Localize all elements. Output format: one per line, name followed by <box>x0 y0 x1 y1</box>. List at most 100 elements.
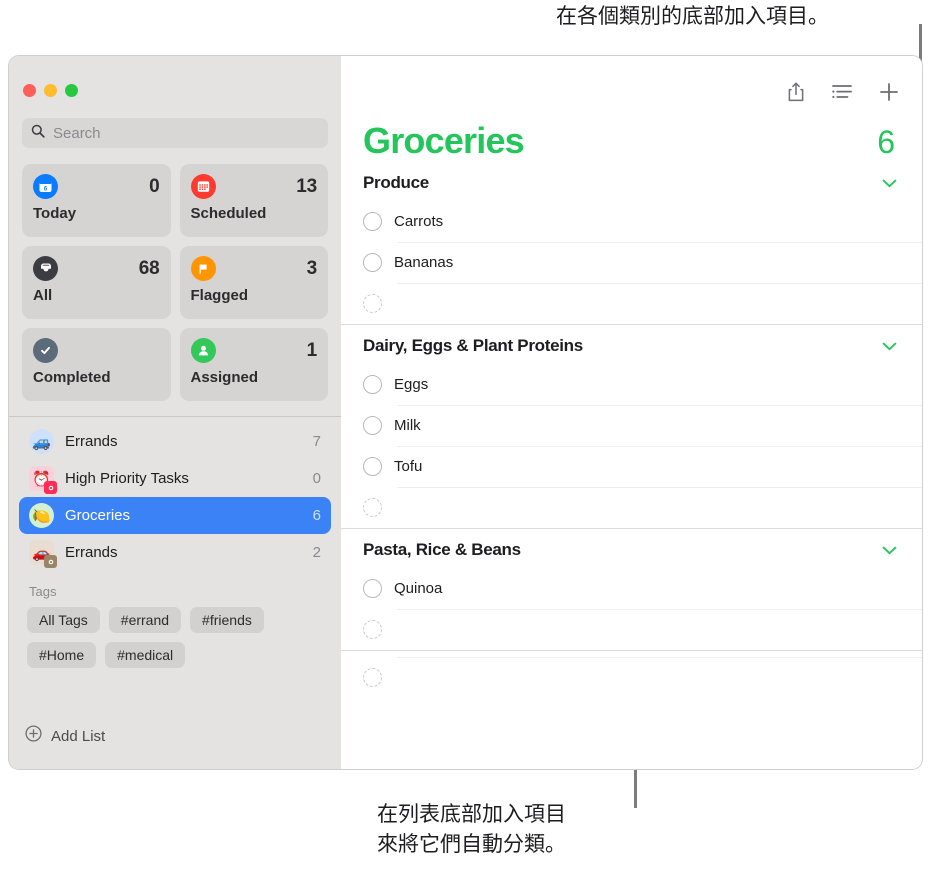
new-reminder-row-produce[interactable] <box>341 283 922 324</box>
tag-friends[interactable]: #friends <box>190 607 264 633</box>
reminder-checkbox[interactable] <box>363 253 382 272</box>
assigned-label: Assigned <box>190 369 259 386</box>
minimize-button[interactable] <box>44 84 57 97</box>
section-title: Pasta, Rice & Beans <box>363 540 521 559</box>
annotation-top: 在各個類別的底部加入項目。 <box>556 5 829 28</box>
reminder-item[interactable]: Tofu <box>341 446 922 487</box>
today-label: Today <box>33 205 77 222</box>
add-list-label: Add List <box>51 727 106 745</box>
reminder-title: Eggs <box>394 376 429 393</box>
reminders-window: Search 6 0 Today 13 Scheduled 68 All 3 F… <box>8 55 923 770</box>
assigned-count: 1 <box>306 339 318 361</box>
sidebar-list-groceries[interactable]: 🍋 Groceries 6 <box>19 497 331 534</box>
tags-header: Tags <box>29 584 57 599</box>
calendar-icon <box>190 174 216 199</box>
annotation-bottom: 在列表底部加入項目 來將它們自動分類。 <box>377 803 566 856</box>
smart-list-badge-icon <box>44 481 57 494</box>
list-header: Groceries 6 <box>341 108 922 162</box>
chevron-down-icon[interactable] <box>882 543 897 558</box>
smart-list-flagged[interactable]: 3 Flagged <box>179 246 328 319</box>
inbox-icon <box>33 256 58 281</box>
list-count: 0 <box>312 470 321 487</box>
reminder-checkbox[interactable] <box>363 375 382 394</box>
page-title: Groceries <box>363 120 525 161</box>
reminder-item[interactable]: Eggs <box>341 364 922 405</box>
smart-list-all[interactable]: 68 All <box>22 246 171 319</box>
tag-home[interactable]: #Home <box>27 642 97 668</box>
flagged-label: Flagged <box>190 287 249 304</box>
section-dairy-eggs-plant-proteins: Dairy, Eggs & Plant Proteins Eggs Milk T… <box>341 325 922 528</box>
tag-errand[interactable]: #errand <box>108 607 182 633</box>
section-title: Dairy, Eggs & Plant Proteins <box>363 336 583 355</box>
plus-circle-icon <box>25 725 42 747</box>
reminder-item[interactable]: Milk <box>341 405 922 446</box>
list-label: High Priority Tasks <box>65 470 189 487</box>
reminder-title: Bananas <box>394 254 454 271</box>
smart-list-assigned[interactable]: 1 Assigned <box>179 328 328 401</box>
section-pasta-rice-beans: Pasta, Rice & Beans Quinoa <box>341 529 922 650</box>
lemon-icon: 🍋 <box>29 503 54 528</box>
window-controls <box>9 56 341 97</box>
new-reminder-checkbox[interactable] <box>363 294 382 313</box>
sidebar: Search 6 0 Today 13 Scheduled 68 All 3 F… <box>9 56 341 769</box>
sidebar-list-errands-2[interactable]: 🚗 Errands 2 <box>19 534 331 571</box>
completed-label: Completed <box>33 369 111 386</box>
add-list-button[interactable]: Add List <box>9 725 341 769</box>
person-icon <box>190 338 216 363</box>
smart-list-today[interactable]: 6 0 Today <box>22 164 171 237</box>
flagged-count: 3 <box>306 257 318 279</box>
tag-medical[interactable]: #medical <box>105 642 186 668</box>
section-produce: Produce Carrots Bananas <box>341 162 922 324</box>
today-count: 0 <box>149 175 160 197</box>
car-red-icon: 🚗 <box>29 540 57 568</box>
reminder-checkbox[interactable] <box>363 416 382 435</box>
reminder-checkbox[interactable] <box>363 579 382 598</box>
new-reminder-row-dairy[interactable] <box>341 487 922 528</box>
smart-list-badge-icon <box>44 555 57 568</box>
smart-list-completed[interactable]: Completed <box>22 328 171 401</box>
new-reminder-checkbox[interactable] <box>363 668 382 687</box>
reminder-title: Milk <box>394 417 421 434</box>
search-placeholder: Search <box>53 124 101 142</box>
tag-all-tags[interactable]: All Tags <box>27 607 100 633</box>
main-content: Groceries 6 Produce Carrots Bananas Dair… <box>341 56 922 769</box>
new-reminder-checkbox[interactable] <box>363 620 382 639</box>
new-reminder-checkbox[interactable] <box>363 498 382 517</box>
share-icon[interactable] <box>786 81 806 108</box>
all-label: All <box>33 287 53 304</box>
list-count: 6 <box>312 507 321 524</box>
section-header[interactable]: Dairy, Eggs & Plant Proteins <box>341 325 922 364</box>
list-label: Groceries <box>65 507 131 524</box>
new-reminder-row-list-bottom[interactable] <box>341 657 922 698</box>
reminder-checkbox[interactable] <box>363 212 382 231</box>
smart-lists-grid: 6 0 Today 13 Scheduled 68 All 3 Flagged … <box>9 148 341 401</box>
section-header[interactable]: Pasta, Rice & Beans <box>341 529 922 568</box>
new-reminder-row-pasta[interactable] <box>341 609 922 650</box>
car-blue-icon: 🚙 <box>29 429 54 454</box>
sidebar-list-errands-1[interactable]: 🚙 Errands 7 <box>19 423 331 460</box>
reminder-item[interactable]: Carrots <box>341 201 922 242</box>
reminder-checkbox[interactable] <box>363 457 382 476</box>
smart-list-scheduled[interactable]: 13 Scheduled <box>179 164 328 237</box>
section-title: Produce <box>363 173 429 192</box>
list-total-count: 6 <box>877 124 895 160</box>
scheduled-label: Scheduled <box>190 205 267 222</box>
reminder-item[interactable]: Quinoa <box>341 568 922 609</box>
close-button[interactable] <box>23 84 36 97</box>
section-header[interactable]: Produce <box>341 162 922 201</box>
search-icon <box>31 124 45 143</box>
checkmark-icon <box>33 338 58 363</box>
chevron-down-icon[interactable] <box>882 339 897 354</box>
add-reminder-icon[interactable] <box>878 81 900 108</box>
maximize-button[interactable] <box>65 84 78 97</box>
sidebar-list-high-priority-tasks[interactable]: ⏰ High Priority Tasks 0 <box>19 460 331 497</box>
toolbar <box>341 56 922 108</box>
search-field[interactable]: Search <box>22 118 328 148</box>
reminder-title: Tofu <box>394 458 423 475</box>
reminder-item[interactable]: Bananas <box>341 242 922 283</box>
user-lists: 🚙 Errands 7 ⏰ High Priority Tasks 0 🍋 Gr… <box>9 417 341 571</box>
chevron-down-icon[interactable] <box>882 176 897 191</box>
list-options-icon[interactable] <box>831 83 853 106</box>
flag-icon <box>190 256 216 281</box>
all-count: 68 <box>138 257 160 279</box>
